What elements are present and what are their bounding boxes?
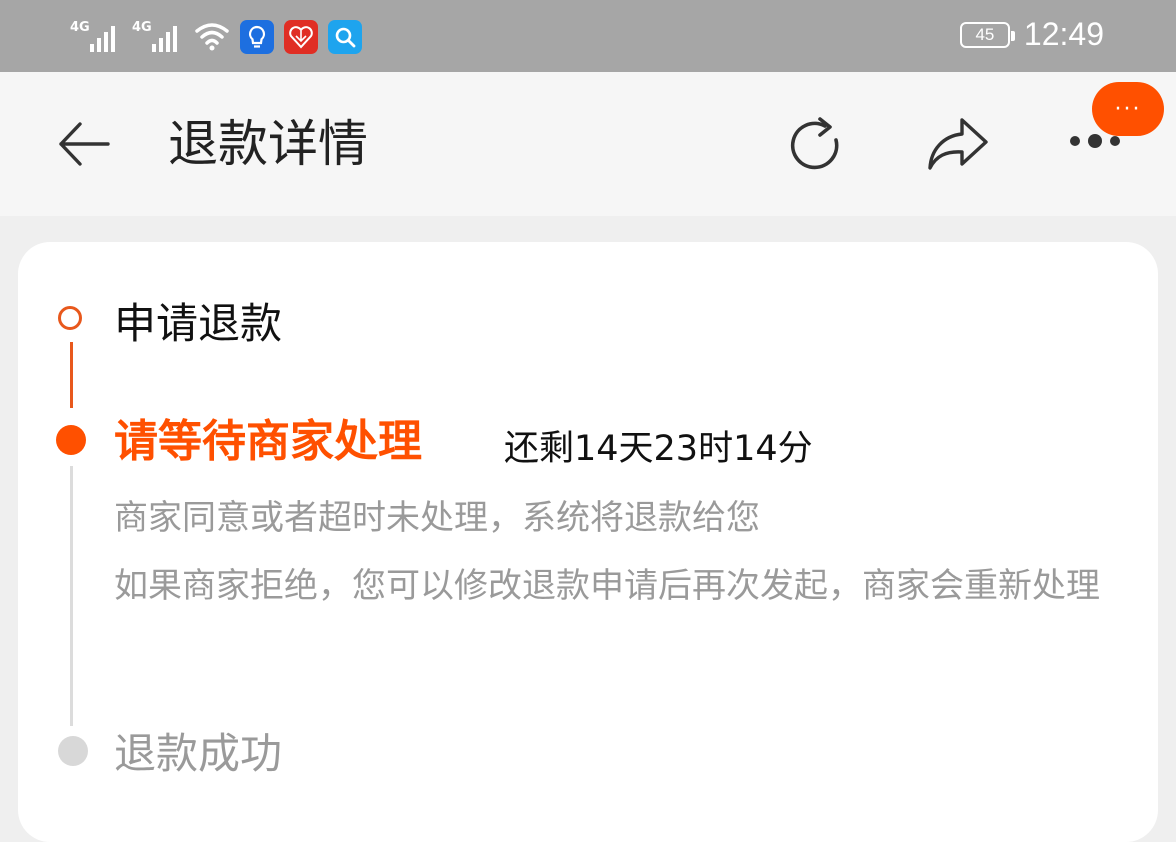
battery-level: 45 [975,24,995,44]
network-type-label: 4G [70,20,90,35]
pinduoduo-app-icon [284,20,318,54]
step-description-1: 商家同意或者超时未处理，系统将退款给您 [114,498,760,538]
network-type-label: 4G [132,20,152,35]
step-completed-marker [58,306,82,330]
app-header: 退款详情 ··· [0,72,1176,216]
battery-icon: 45 [959,21,1015,48]
refresh-icon[interactable] [780,112,850,178]
signal-icon-1: 4G [70,18,122,54]
share-icon[interactable] [922,112,992,178]
status-time: 12:49 [1023,16,1104,52]
status-icons-left: 4G 4G [70,14,362,54]
message-bubble-icon[interactable]: ··· [1092,82,1164,136]
step-refund-success: 退款成功 [114,729,283,778]
signal-icon-2: 4G [132,18,184,54]
status-icons-right: 45 12:49 [959,16,1104,53]
step-current-marker [56,425,86,455]
wifi-icon [195,23,229,51]
refund-progress-card: 申请退款 请等待商家处理 还剩14天23时14分 商家同意或者超时未处理，系统将… [18,242,1158,842]
page-title: 退款详情 [168,115,368,173]
step-description-2: 如果商家拒绝，您可以修改退款申请后再次发起，商家会重新处理 [114,566,1100,606]
more-options-icon[interactable] [1070,134,1120,148]
status-bar: 4G 4G 45 12:49 [0,0,1176,72]
lightbulb-app-icon [240,20,274,54]
step-pending-marker [58,736,88,766]
step-waiting-merchant: 请等待商家处理 [114,416,422,467]
step-apply-refund: 申请退款 [114,299,283,348]
timeline-connector-active [70,342,73,408]
back-arrow-icon[interactable] [56,118,112,170]
search-app-icon [328,20,362,54]
timeline-connector-inactive [70,466,73,726]
countdown-text: 还剩14天23时14分 [504,429,813,469]
